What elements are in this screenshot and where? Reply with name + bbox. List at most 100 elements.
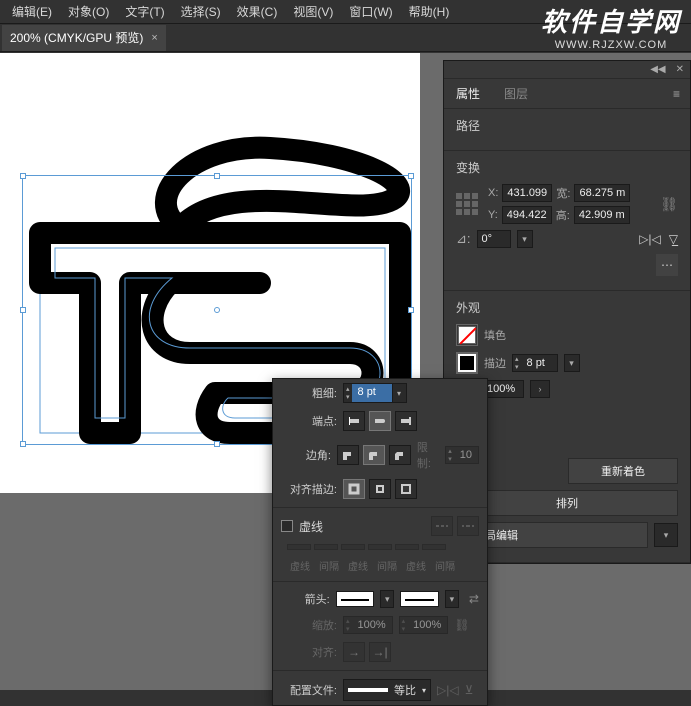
- panel-header: ◀◀ ✕: [444, 61, 690, 79]
- profile-dropdown[interactable]: 等比 ▾: [343, 679, 431, 701]
- arrow-end-dropdown[interactable]: ▾: [445, 590, 459, 608]
- dash3-input: [395, 544, 419, 550]
- menu-help[interactable]: 帮助(H): [401, 3, 458, 20]
- menu-select[interactable]: 选择(S): [173, 3, 229, 20]
- dash-preserve-icon: [431, 516, 453, 536]
- close-panel-icon[interactable]: ✕: [676, 64, 684, 75]
- dash1-input: [287, 544, 311, 550]
- appearance-title: 外观: [456, 299, 678, 316]
- stroke-label[interactable]: 描边: [484, 355, 506, 371]
- corner-label: 边角:: [281, 447, 331, 463]
- swap-arrows-icon[interactable]: ⇄: [469, 592, 479, 606]
- weight-input[interactable]: ▴▾ 8 pt ▾: [343, 383, 407, 403]
- reference-point-grid[interactable]: [456, 193, 478, 215]
- cap-projecting-icon[interactable]: [395, 411, 417, 431]
- weight-value[interactable]: 8 pt: [352, 384, 392, 402]
- weight-dropdown-icon[interactable]: ▾: [392, 384, 406, 402]
- resize-handle-top-mid[interactable]: [214, 173, 220, 179]
- transform-more-icon[interactable]: ⋯: [656, 254, 678, 276]
- x-label: X:: [488, 187, 498, 199]
- fill-swatch[interactable]: [456, 324, 478, 346]
- tab-properties[interactable]: 属性: [444, 79, 492, 109]
- arrow-start-swatch[interactable]: [336, 591, 374, 607]
- x-input[interactable]: 431.099: [502, 184, 552, 202]
- arrange-button[interactable]: 排列: [456, 490, 678, 516]
- flip-along-icon: ▷|◁: [437, 683, 459, 697]
- dashed-row: 虚线: [273, 512, 487, 540]
- transform-section: 变换 X: 431.099 宽: 68.275 m Y: 494.422 高: …: [444, 151, 690, 291]
- collapse-icon[interactable]: ◀◀: [650, 64, 665, 75]
- selection-center-icon: [214, 307, 220, 313]
- dashed-checkbox[interactable]: [281, 520, 293, 532]
- stroke-weight-stepper[interactable]: ▴▾ 8 pt: [512, 354, 558, 372]
- dash-align-icon: [457, 516, 479, 536]
- tab-layers[interactable]: 图层: [492, 79, 540, 109]
- arrow-scale-label: 缩放:: [281, 617, 337, 633]
- cap-round-icon[interactable]: [369, 411, 391, 431]
- recolor-button[interactable]: 重新着色: [568, 458, 678, 484]
- stroke-swatch[interactable]: [456, 352, 478, 374]
- dash2-input: [341, 544, 365, 550]
- arrow-start-dropdown[interactable]: ▾: [380, 590, 394, 608]
- resize-handle-top-right[interactable]: [408, 173, 414, 179]
- arrow-align-row: 对齐: → →|: [273, 638, 487, 666]
- opacity-input[interactable]: 100%: [482, 380, 524, 398]
- gap2-input: [368, 544, 392, 550]
- menu-object[interactable]: 对象(O): [60, 3, 117, 20]
- stroke-weight-dropdown[interactable]: ▾: [564, 354, 580, 372]
- resize-handle-top-left[interactable]: [20, 173, 26, 179]
- arrow-align-label: 对齐:: [281, 644, 337, 660]
- close-tab-icon[interactable]: ×: [151, 32, 157, 44]
- flip-horizontal-icon[interactable]: ▷|◁: [639, 232, 661, 246]
- menu-edit[interactable]: 编辑(E): [4, 3, 60, 20]
- corner-round-icon[interactable]: [363, 445, 385, 465]
- dash-inputs-row: [273, 540, 487, 554]
- resize-handle-mid-left[interactable]: [20, 307, 26, 313]
- document-tab[interactable]: 200% (CMYK/GPU 预览) ×: [2, 25, 166, 51]
- limit-label: 限制:: [417, 439, 439, 471]
- arrow-end-swatch[interactable]: [400, 591, 438, 607]
- resize-handle-bottom-mid[interactable]: [214, 441, 220, 447]
- cap-butt-icon[interactable]: [343, 411, 365, 431]
- align-stroke-row: 对齐描边:: [273, 475, 487, 503]
- transform-title: 变换: [456, 159, 678, 176]
- gap1-input: [314, 544, 338, 550]
- panel-tabs: 属性 图层 ≡: [444, 79, 690, 109]
- selection-type-label: 路径: [456, 117, 678, 134]
- align-outside-icon[interactable]: [395, 479, 417, 499]
- panel-menu-icon[interactable]: ≡: [663, 87, 690, 101]
- flip-vertical-icon[interactable]: ▽̲: [669, 232, 678, 246]
- document-tab-label: 200% (CMYK/GPU 预览): [10, 29, 143, 46]
- dashed-label: 虚线: [299, 518, 323, 535]
- resize-handle-mid-right[interactable]: [408, 307, 414, 313]
- resize-handle-bottom-left[interactable]: [20, 441, 26, 447]
- link-scale-icon: ⛓: [454, 618, 469, 632]
- weight-label: 粗细:: [281, 385, 337, 401]
- align-inside-icon[interactable]: [369, 479, 391, 499]
- menu-view[interactable]: 视图(V): [285, 3, 341, 20]
- align-center-icon[interactable]: [343, 479, 365, 499]
- width-input[interactable]: 68.275 m: [574, 184, 630, 202]
- opacity-dropdown[interactable]: ›: [530, 380, 550, 398]
- arrow-tip-icon: →|: [369, 642, 391, 662]
- menu-bar: 编辑(E) 对象(O) 文字(T) 选择(S) 效果(C) 视图(V) 窗口(W…: [0, 0, 691, 24]
- arrowheads-row: 箭头: ▾ ▾ ⇄: [273, 586, 487, 612]
- rotate-dropdown[interactable]: ▾: [517, 230, 533, 248]
- height-input[interactable]: 42.909 m: [574, 206, 630, 224]
- rotate-input[interactable]: 0°: [477, 230, 511, 248]
- stroke-weight-row: 粗细: ▴▾ 8 pt ▾: [273, 379, 487, 407]
- y-input[interactable]: 494.422: [502, 206, 552, 224]
- document-tab-bar: 200% (CMYK/GPU 预览) ×: [0, 24, 691, 52]
- y-label: Y:: [488, 209, 498, 221]
- limit-input: ▴▾ 10: [445, 446, 479, 464]
- corner-miter-icon[interactable]: [337, 445, 359, 465]
- dash-labels-row: 虚线 间隔 虚线 间隔 虚线 间隔: [273, 554, 487, 577]
- menu-effect[interactable]: 效果(C): [229, 3, 286, 20]
- global-edit-dropdown[interactable]: ▾: [654, 523, 678, 547]
- link-dimensions-icon[interactable]: ⛓: [660, 196, 678, 213]
- selection-type-section: 路径: [444, 109, 690, 151]
- menu-text[interactable]: 文字(T): [117, 3, 172, 20]
- menu-window[interactable]: 窗口(W): [341, 3, 400, 20]
- corner-bevel-icon[interactable]: [389, 445, 411, 465]
- cap-label: 端点:: [281, 413, 337, 429]
